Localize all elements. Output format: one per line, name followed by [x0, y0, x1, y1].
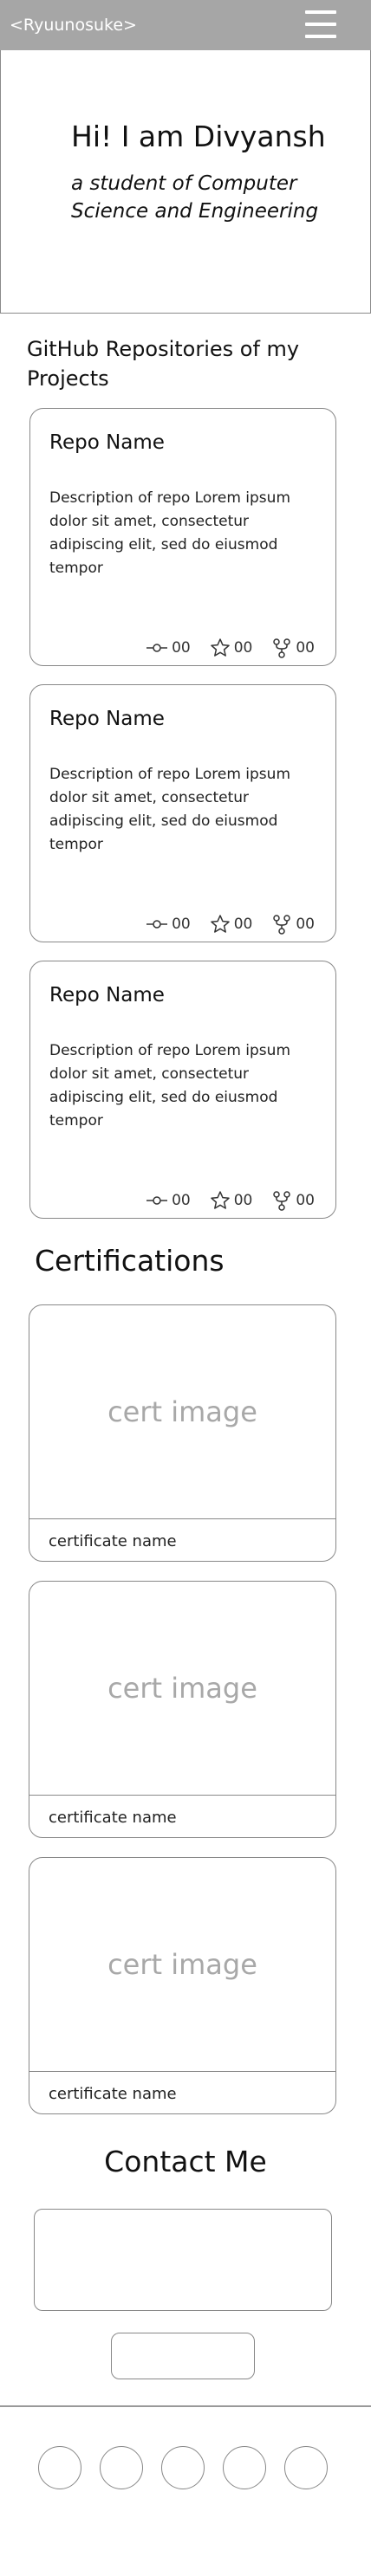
contact-submit-button[interactable]	[111, 2333, 255, 2379]
repo-name: Repo Name	[49, 984, 165, 1006]
certificate-card[interactable]: cert image certificate name	[29, 1304, 336, 1562]
fork-icon	[273, 1191, 291, 1211]
commit-count: 00	[172, 1192, 191, 1209]
star-count: 00	[233, 639, 253, 657]
repo-card[interactable]: Repo Name Description of repo Lorem ipsu…	[29, 961, 336, 1219]
repos-section-title: GitHub Repositories of my Projects	[27, 337, 300, 391]
contact-message-input[interactable]	[34, 2209, 332, 2311]
fork-count: 00	[296, 916, 315, 933]
certificate-card[interactable]: cert image certificate name	[29, 1857, 336, 2114]
certificate-name: certificate name	[49, 1532, 177, 1550]
fork-stat: 00	[271, 638, 315, 658]
certifications-title: Certifications	[35, 1244, 225, 1278]
commit-stat: 00	[146, 916, 191, 933]
star-stat: 00	[210, 638, 253, 658]
star-stat: 00	[210, 914, 253, 935]
star-icon	[210, 1191, 230, 1209]
fork-icon	[273, 638, 291, 658]
hamburger-menu-icon[interactable]	[305, 10, 336, 38]
star-count: 00	[233, 1192, 253, 1209]
footer-divider	[0, 2405, 371, 2407]
certificate-image: cert image	[29, 1305, 335, 1519]
social-link-2[interactable]	[100, 2446, 143, 2489]
fork-icon	[273, 915, 291, 935]
social-link-5[interactable]	[284, 2446, 328, 2489]
hero-subtitle: a student of Computer Science and Engine…	[71, 172, 319, 223]
certificate-card[interactable]: cert image certificate name	[29, 1581, 336, 1838]
repo-stats: 00 00 00	[146, 914, 315, 935]
hero-title: Hi! I am Divyansh	[71, 120, 326, 153]
fork-stat: 00	[271, 914, 315, 935]
hero-section: Hi! I am Divyansh a student of Computer …	[0, 50, 371, 314]
commit-count: 00	[172, 639, 191, 657]
repo-card[interactable]: Repo Name Description of repo Lorem ipsu…	[29, 408, 336, 666]
repo-description: Description of repo Lorem ipsum dolor si…	[49, 1042, 291, 1129]
certificate-image: cert image	[29, 1858, 335, 2072]
social-link-1[interactable]	[38, 2446, 81, 2489]
repo-description: Description of repo Lorem ipsum dolor si…	[49, 766, 291, 853]
contact-title: Contact Me	[104, 2145, 267, 2178]
commit-stat: 00	[146, 1192, 191, 1209]
star-count: 00	[233, 916, 253, 933]
navbar: <Ryuunosuke>	[0, 0, 371, 50]
brand-logo[interactable]: <Ryuunosuke>	[10, 16, 137, 35]
star-icon	[210, 638, 230, 657]
commit-count: 00	[172, 916, 191, 933]
repo-stats: 00 00 00	[146, 1190, 315, 1211]
certificate-name: certificate name	[49, 2085, 177, 2103]
social-link-4[interactable]	[223, 2446, 266, 2489]
commit-icon	[146, 1196, 168, 1205]
star-stat: 00	[210, 1190, 253, 1211]
commit-icon	[146, 920, 168, 929]
repo-card[interactable]: Repo Name Description of repo Lorem ipsu…	[29, 684, 336, 942]
commit-stat: 00	[146, 639, 191, 657]
repo-name: Repo Name	[49, 708, 165, 730]
star-icon	[210, 915, 230, 933]
social-link-3[interactable]	[161, 2446, 205, 2489]
repo-description: Description of repo Lorem ipsum dolor si…	[49, 489, 291, 577]
fork-count: 00	[296, 1192, 315, 1209]
fork-count: 00	[296, 639, 315, 657]
repo-name: Repo Name	[49, 431, 165, 454]
commit-icon	[146, 644, 168, 652]
fork-stat: 00	[271, 1190, 315, 1211]
repo-stats: 00 00 00	[146, 638, 315, 658]
certificate-name: certificate name	[49, 1809, 177, 1827]
certificate-image: cert image	[29, 1582, 335, 1796]
